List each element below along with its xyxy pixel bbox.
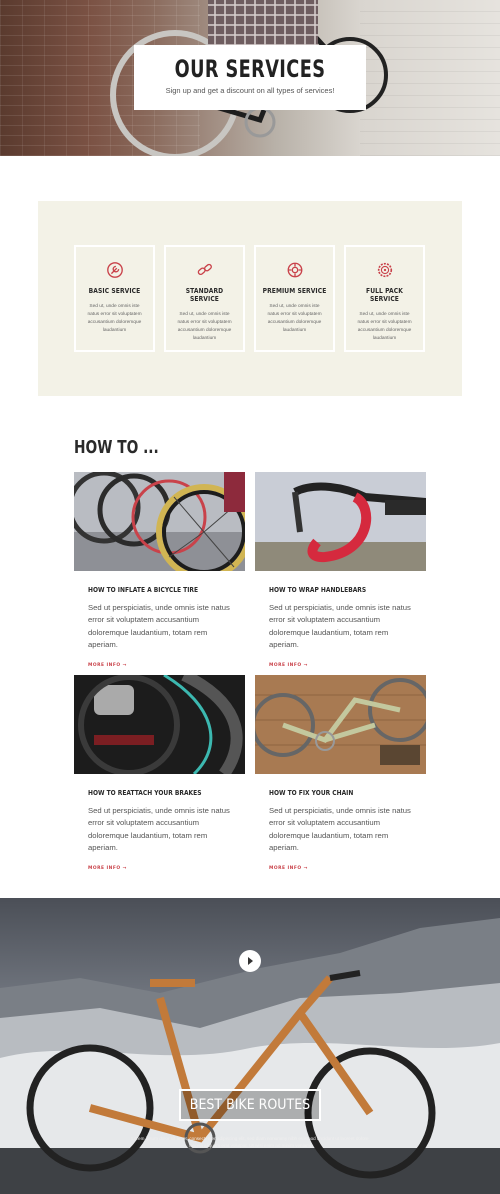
routes-description: Lorem ipsum dolor sit amet, consectetuer… [131, 1136, 369, 1148]
card-text: Sed ut perspiciatis, unde omnis iste nat… [88, 603, 230, 649]
service-card-basic[interactable]: BASIC SERVICE Sed ut, unde omnis iste na… [74, 245, 155, 352]
more-info-link[interactable]: MORE INFO → [88, 866, 127, 871]
gear-wrench-icon [287, 262, 302, 278]
card-text: Sed ut perspiciatis, unde omnis iste nat… [269, 603, 411, 649]
card-text: Sed ut perspiciatis, unde omnis iste nat… [88, 806, 230, 852]
hero-subtitle: Sign up and get a discount on all types … [165, 86, 335, 95]
sprocket-icon [377, 262, 392, 278]
card-text: Sed ut perspiciatis, unde omnis iste nat… [269, 806, 411, 852]
service-name: BASIC SERVICE [88, 287, 141, 295]
services-panel: BASIC SERVICE Sed ut, unde omnis iste na… [38, 201, 462, 396]
card-title: HOW TO WRAP HANDLEBARS [269, 586, 367, 594]
howto-card-handlebars: HOW TO WRAP HANDLEBARS Sed ut perspiciat… [255, 472, 426, 670]
service-card-full-pack[interactable]: FULL PACK SERVICE Sed ut, unde omnis ist… [344, 245, 425, 352]
play-icon [248, 957, 253, 965]
howto-card-brakes: HOW TO REATTACH YOUR BRAKES Sed ut persp… [74, 675, 245, 873]
service-name: STANDARD SERVICE [185, 287, 224, 303]
best-bike-routes-button[interactable]: BEST BIKE ROUTES [179, 1089, 321, 1121]
chain-photo [255, 675, 426, 774]
service-card-standard[interactable]: STANDARD SERVICE Sed ut, unde omnis iste… [164, 245, 245, 352]
service-card-premium[interactable]: PREMIUM SERVICE Sed ut, unde omnis iste … [254, 245, 335, 352]
chain-link-icon [197, 263, 212, 276]
card-title: HOW TO INFLATE A BICYCLE TIRE [88, 586, 199, 594]
howto-card-chain: HOW TO FIX YOUR CHAIN Sed ut perspiciati… [255, 675, 426, 873]
hero-banner: OUR SERVICES Sign up and get a discount … [0, 0, 500, 156]
card-title: HOW TO FIX YOUR CHAIN [269, 789, 354, 797]
card-title: HOW TO REATTACH YOUR BRAKES [88, 789, 202, 797]
wrench-circle-icon [106, 262, 123, 278]
routes-section [0, 898, 500, 1194]
service-description: Sed ut, unde omnis iste natus error sit … [357, 312, 412, 341]
service-name: PREMIUM SERVICE [262, 287, 327, 295]
tire-photo [74, 472, 245, 571]
routes-background-photo [0, 918, 500, 1194]
service-description: Sed ut, unde omnis iste natus error sit … [87, 304, 142, 333]
page-title: OUR SERVICES [174, 55, 326, 83]
handlebar-photo [255, 472, 426, 571]
service-description: Sed ut, unde omnis iste natus error sit … [267, 304, 322, 333]
howto-card-inflate: HOW TO INFLATE A BICYCLE TIRE Sed ut per… [74, 472, 245, 670]
hero-card: OUR SERVICES Sign up and get a discount … [134, 45, 366, 110]
service-name: FULL PACK SERVICE [366, 287, 403, 303]
more-info-link[interactable]: MORE INFO → [88, 663, 127, 668]
play-video-button[interactable] [239, 950, 261, 972]
brakes-photo [74, 675, 245, 774]
more-info-link[interactable]: MORE INFO → [269, 866, 308, 871]
service-description: Sed ut, unde omnis iste natus error sit … [177, 312, 232, 341]
howto-heading: HOW TO ... [74, 437, 159, 458]
more-info-link[interactable]: MORE INFO → [269, 663, 308, 668]
